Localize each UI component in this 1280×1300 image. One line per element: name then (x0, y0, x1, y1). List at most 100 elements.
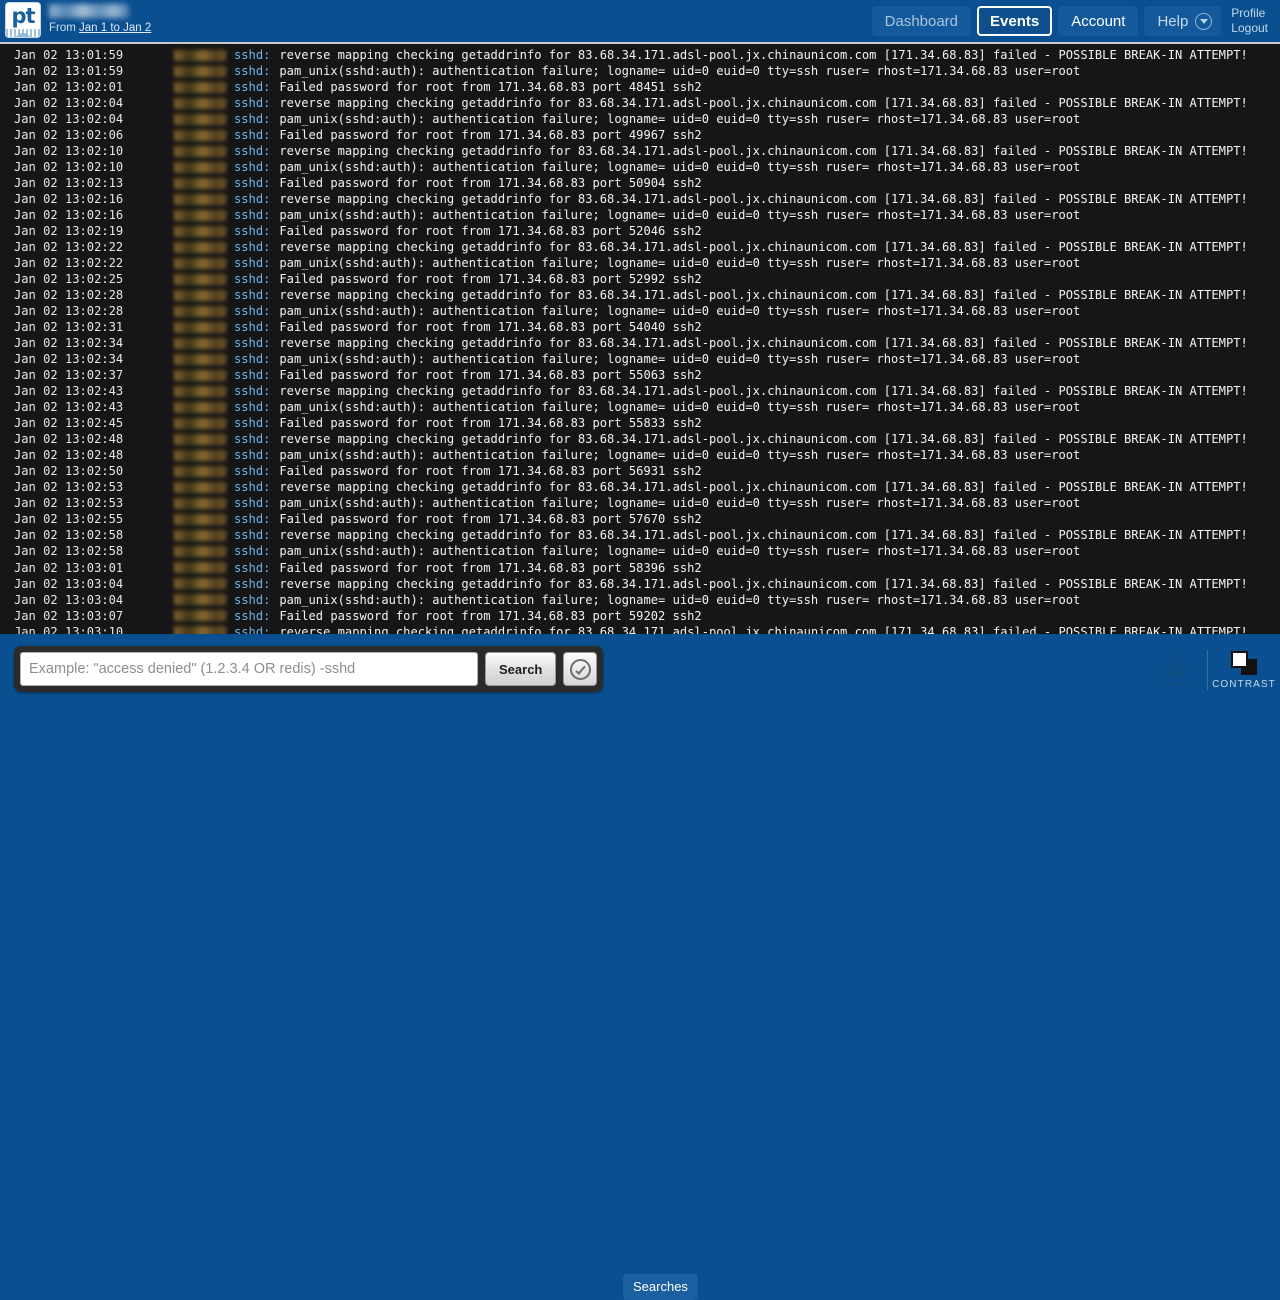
log-row[interactable]: Jan 02 13:02:28sshd:pam_unix(sshd:auth):… (0, 303, 1280, 319)
log-message: reverse mapping checking getaddrinfo for… (279, 431, 1247, 447)
log-row[interactable]: Jan 02 13:02:22sshd:reverse mapping chec… (0, 239, 1280, 255)
log-row[interactable]: Jan 02 13:01:59sshd:reverse mapping chec… (0, 47, 1280, 63)
log-host-redacted (174, 354, 226, 365)
log-row[interactable]: Jan 02 13:02:50sshd:Failed password for … (0, 463, 1280, 479)
log-row[interactable]: Jan 02 13:02:37sshd:Failed password for … (0, 367, 1280, 383)
log-timestamp: Jan 02 13:02:48 (14, 431, 174, 447)
log-host-redacted (174, 146, 226, 157)
log-timestamp: Jan 02 13:03:04 (14, 592, 174, 608)
nav-account[interactable]: Account (1058, 6, 1138, 36)
log-process: sshd: (234, 576, 270, 592)
log-process: sshd: (234, 63, 270, 79)
log-row[interactable]: Jan 02 13:02:34 sshd: reverse mapping chec… (0, 335, 1280, 351)
log-process: sshd: (234, 383, 270, 399)
log-row[interactable]: Jan 02 13:03:04sshd:reverse mapping chec… (0, 576, 1280, 592)
chevron-down-circle-icon (1195, 13, 1212, 30)
logo-text: pt (6, 4, 40, 28)
log-row[interactable]: Jan 02 13:02:28sshd:reverse mapping chec… (0, 287, 1280, 303)
search-shell: Search (14, 646, 603, 692)
log-message: pam_unix(sshd:auth): authentication fail… (279, 495, 1080, 511)
log-row[interactable]: Jan 02 13:02:53sshd:pam_unix(sshd:auth):… (0, 495, 1280, 511)
log-host-redacted (174, 498, 226, 509)
log-row[interactable]: Jan 02 13:02:16sshd:pam_unix(sshd:auth):… (0, 207, 1280, 223)
log-row[interactable]: Jan 02 13:02:19sshd:Failed password for … (0, 223, 1280, 239)
log-row[interactable]: Jan 02 13:02:01sshd:Failed password for … (0, 79, 1280, 95)
log-message: reverse mapping checking getaddrinfo for… (279, 624, 1247, 634)
nav-events[interactable]: Events (977, 6, 1052, 36)
log-host-redacted (174, 290, 226, 301)
log-message: reverse mapping checking getaddrinfo for… (279, 143, 1247, 159)
clock-circle-icon (570, 659, 591, 680)
log-process: sshd: (234, 335, 270, 351)
log-row[interactable]: Jan 02 13:02:34sshd:pam_unix(sshd:auth):… (0, 351, 1280, 367)
log-process: sshd: (234, 431, 270, 447)
log-host-redacted (174, 450, 226, 461)
log-message: Failed password for root from 171.34.68.… (279, 415, 701, 431)
log-process: sshd: (234, 255, 270, 271)
nav-help[interactable]: Help (1144, 6, 1221, 36)
log-row[interactable]: Jan 02 13:02:06sshd:Failed password for … (0, 127, 1280, 143)
nav-dashboard[interactable]: Dashboard (872, 6, 971, 36)
log-message: Failed password for root from 171.34.68.… (279, 271, 701, 287)
log-row[interactable]: Jan 02 13:03:01sshd:Failed password for … (0, 560, 1280, 576)
log-host-redacted (174, 338, 226, 349)
log-host-redacted (174, 98, 226, 109)
event-log-panel[interactable]: Jan 02 13:01:59sshd:reverse mapping chec… (0, 42, 1280, 634)
contrast-squares-icon (1231, 651, 1257, 675)
date-range-link[interactable]: Jan 1 to Jan 2 (79, 22, 151, 34)
log-timestamp: Jan 02 13:02:34 (14, 335, 174, 351)
pt-logo-icon[interactable]: pt (5, 2, 41, 38)
log-timestamp: Jan 02 13:02:10 (14, 143, 174, 159)
log-timestamp: Jan 02 13:02:28 (14, 303, 174, 319)
log-host-redacted (174, 434, 226, 445)
log-row[interactable]: Jan 02 13:02:58sshd:reverse mapping chec… (0, 527, 1280, 543)
log-row[interactable]: Jan 02 13:01:59sshd:pam_unix(sshd:auth):… (0, 63, 1280, 79)
log-row[interactable]: Jan 02 13:02:04sshd:pam_unix(sshd:auth):… (0, 111, 1280, 127)
log-row[interactable]: Jan 02 13:02:31sshd:Failed password for … (0, 319, 1280, 335)
log-process: sshd: (234, 608, 270, 624)
log-message: Failed password for root from 171.34.68.… (279, 608, 701, 624)
brand-meta: From Jan 1 to Jan 2 (49, 2, 151, 35)
log-row[interactable]: Jan 02 13:02:55sshd:Failed password for … (0, 511, 1280, 527)
log-process: sshd: (234, 175, 270, 191)
log-process: sshd: (234, 79, 270, 95)
log-process: sshd: (234, 319, 270, 335)
logout-link[interactable]: Logout (1231, 21, 1268, 36)
download-button[interactable] (1147, 644, 1201, 696)
log-host-redacted (174, 530, 226, 541)
search-input[interactable] (20, 652, 478, 686)
log-timestamp: Jan 02 13:02:53 (14, 495, 174, 511)
log-row[interactable]: Jan 02 13:02:10sshd:pam_unix(sshd:auth):… (0, 159, 1280, 175)
log-message: Failed password for root from 171.34.68.… (279, 560, 701, 576)
log-timestamp: Jan 02 13:02:43 (14, 399, 174, 415)
log-row[interactable]: Jan 02 13:03:10sshd:reverse mapping chec… (0, 624, 1280, 634)
search-button[interactable]: Search (485, 652, 556, 686)
log-row[interactable]: Jan 02 13:02:13sshd:Failed password for … (0, 175, 1280, 191)
log-row[interactable]: Jan 02 13:02:22sshd:pam_unix(sshd:auth):… (0, 255, 1280, 271)
log-message: pam_unix(sshd:auth): authentication fail… (279, 255, 1080, 271)
searches-button[interactable]: Searches (623, 1274, 698, 1300)
profile-link[interactable]: Profile (1231, 6, 1268, 21)
log-process: sshd: (234, 543, 270, 559)
log-row[interactable]: Jan 02 13:02:16sshd:reverse mapping chec… (0, 191, 1280, 207)
log-row[interactable]: Jan 02 13:02:04sshd:reverse mapping chec… (0, 95, 1280, 111)
recent-searches-button[interactable] (563, 652, 597, 686)
log-row[interactable]: Jan 02 13:02:25sshd:Failed password for … (0, 271, 1280, 287)
log-row[interactable]: Jan 02 13:02:48 sshd: reverse mapping chec… (0, 431, 1280, 447)
log-host-redacted (174, 130, 226, 141)
log-row[interactable]: Jan 02 13:03:07sshd:Failed password for … (0, 608, 1280, 624)
log-process: sshd: (234, 159, 270, 175)
log-process: sshd: (234, 143, 270, 159)
log-row[interactable]: Jan 02 13:02:10 sshd: reverse mapping chec… (0, 143, 1280, 159)
contrast-button[interactable]: CONTRAST (1214, 651, 1274, 690)
log-timestamp: Jan 02 13:02:53 (14, 479, 174, 495)
log-row[interactable]: Jan 02 13:02:43sshd:pam_unix(sshd:auth):… (0, 399, 1280, 415)
log-row[interactable]: Jan 02 13:02:48sshd:pam_unix(sshd:auth):… (0, 447, 1280, 463)
log-row[interactable]: Jan 02 13:02:43sshd:reverse mapping chec… (0, 383, 1280, 399)
log-row[interactable]: Jan 02 13:03:04sshd:pam_unix(sshd:auth):… (0, 592, 1280, 608)
log-row[interactable]: Jan 02 13:02:58sshd:pam_unix(sshd:auth):… (0, 543, 1280, 559)
log-message: reverse mapping checking getaddrinfo for… (279, 335, 1247, 351)
log-row[interactable]: Jan 02 13:02:45sshd:Failed password for … (0, 415, 1280, 431)
log-row[interactable]: Jan 02 13:02:53sshd:reverse mapping chec… (0, 479, 1280, 495)
log-message: pam_unix(sshd:auth): authentication fail… (279, 303, 1080, 319)
